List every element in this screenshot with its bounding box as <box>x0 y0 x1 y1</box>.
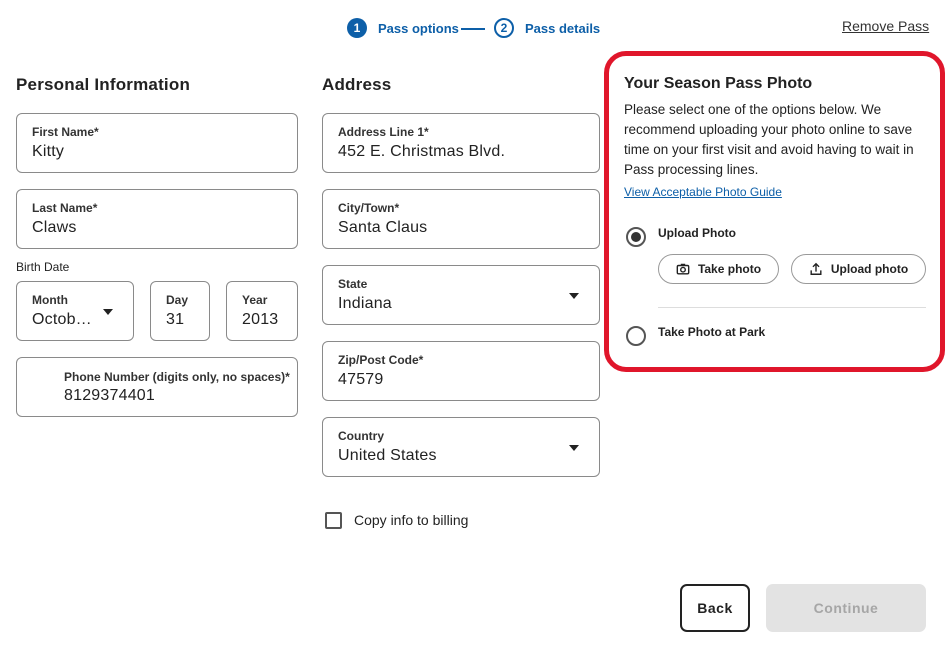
birth-year-value: 2013 <box>242 311 279 328</box>
upload-photo-radio[interactable] <box>626 227 646 247</box>
upload-photo-option-label[interactable]: Upload Photo <box>658 226 736 240</box>
city-label: City/Town* <box>338 201 400 215</box>
birth-day-label: Day <box>166 293 189 307</box>
birth-year-field[interactable]: Year 2013 <box>226 281 298 341</box>
photo-options-divider <box>658 307 926 308</box>
city-value: Santa Claus <box>338 219 428 236</box>
copy-billing-label[interactable]: Copy info to billing <box>354 512 468 528</box>
step-2-indicator: 2 <box>494 18 514 38</box>
chevron-down-icon <box>569 445 579 451</box>
country-label: Country <box>338 429 384 443</box>
chevron-down-icon <box>103 309 113 315</box>
take-photo-button[interactable]: Take photo <box>658 254 779 284</box>
step-2-label: Pass details <box>525 21 601 36</box>
step-1-label: Pass options <box>378 21 459 36</box>
continue-button[interactable]: Continue <box>766 584 926 632</box>
first-name-value: Kitty <box>32 143 65 160</box>
back-button[interactable]: Back <box>680 584 750 632</box>
birth-day-value: 31 <box>166 311 185 328</box>
phone-label: Phone Number (digits only, no spaces)* <box>64 370 290 384</box>
camera-icon <box>676 263 690 275</box>
country-select[interactable]: Country United States <box>322 417 600 477</box>
photo-description: Please select one of the options below. … <box>624 102 914 177</box>
state-value: Indiana <box>338 295 392 312</box>
country-value: United States <box>338 447 437 464</box>
address-heading: Address <box>322 75 392 94</box>
state-select[interactable]: State Indiana <box>322 265 600 325</box>
address-line1-label: Address Line 1* <box>338 125 429 139</box>
upload-icon <box>810 262 822 275</box>
state-label: State <box>338 277 368 291</box>
stepper-connector <box>461 28 485 30</box>
upload-photo-label: Upload photo <box>830 262 909 276</box>
birth-date-label: Birth Date <box>16 260 70 274</box>
birth-month-select[interactable]: Month Octob… <box>16 281 134 341</box>
birth-year-label: Year <box>242 293 268 307</box>
take-photo-at-park-radio[interactable] <box>626 326 646 346</box>
remove-pass-link[interactable]: Remove Pass <box>842 18 929 34</box>
photo-guide-link[interactable]: View Acceptable Photo Guide <box>624 185 782 199</box>
zip-field[interactable]: Zip/Post Code* 47579 <box>322 341 600 401</box>
radio-selected-dot <box>631 232 641 242</box>
step-1-indicator: 1 <box>347 18 367 38</box>
take-photo-label: Take photo <box>697 262 762 276</box>
copy-billing-checkbox[interactable] <box>325 512 342 529</box>
address-line1-value: 452 E. Christmas Blvd. <box>338 143 506 160</box>
zip-label: Zip/Post Code* <box>338 353 424 367</box>
birth-month-label: Month <box>32 293 68 307</box>
birth-day-field[interactable]: Day 31 <box>150 281 210 341</box>
first-name-field[interactable]: First Name* Kitty <box>16 113 298 173</box>
upload-photo-button[interactable]: Upload photo <box>791 254 926 284</box>
take-photo-at-park-label[interactable]: Take Photo at Park <box>658 325 765 339</box>
birth-month-value: Octob… <box>32 311 92 328</box>
city-field[interactable]: City/Town* Santa Claus <box>322 189 600 249</box>
photo-heading: Your Season Pass Photo <box>624 75 813 92</box>
last-name-field[interactable]: Last Name* Claws <box>16 189 298 249</box>
phone-value: 8129374401 <box>64 387 155 404</box>
chevron-down-icon <box>569 293 579 299</box>
address-line1-field[interactable]: Address Line 1* 452 E. Christmas Blvd. <box>322 113 600 173</box>
last-name-value: Claws <box>32 219 77 236</box>
zip-value: 47579 <box>338 371 384 388</box>
last-name-label: Last Name* <box>32 201 98 215</box>
first-name-label: First Name* <box>32 125 99 139</box>
phone-field[interactable]: Phone Number (digits only, no spaces)* 8… <box>16 357 298 417</box>
personal-info-heading: Personal Information <box>16 75 191 94</box>
